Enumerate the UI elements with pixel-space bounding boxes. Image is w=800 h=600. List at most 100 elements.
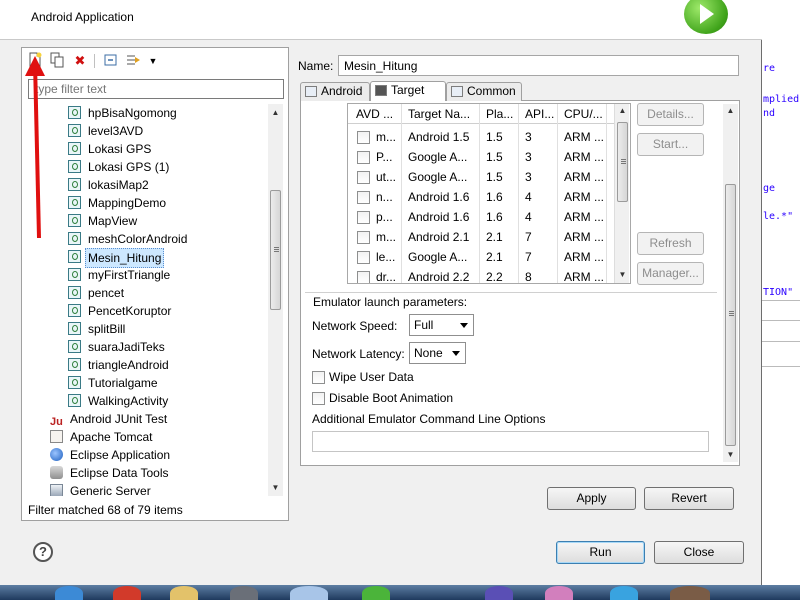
tree-item-launch-config[interactable]: Lokasi GPS — [68, 140, 151, 158]
avd-table-scrollbar[interactable]: ▲ ▼ — [614, 104, 629, 283]
scroll-thumb[interactable] — [725, 184, 736, 446]
column-header[interactable]: CPU/... — [564, 107, 603, 121]
tree-item-launch-config[interactable]: level3AVD — [68, 122, 143, 140]
scroll-down-icon[interactable]: ▼ — [615, 268, 630, 282]
checkbox-box[interactable] — [312, 392, 325, 405]
scroll-up-icon[interactable]: ▲ — [268, 106, 283, 120]
avd-row[interactable]: m... Android 2.1 2.1 7 ARM ... — [348, 227, 618, 247]
column-header[interactable]: AVD ... — [356, 107, 393, 121]
tree-item-config-type[interactable]: Apache Tomcat — [50, 428, 153, 446]
apply-button[interactable]: Apply — [547, 487, 636, 510]
tree-item-launch-config[interactable]: hpBisaNgomong — [68, 104, 177, 122]
tree-item-label: Apache Tomcat — [70, 430, 153, 444]
avd-checkbox[interactable] — [357, 131, 370, 144]
avd-row[interactable]: le... Google A... 2.1 7 ARM ... — [348, 247, 618, 267]
tree-item-launch-config[interactable]: splitBill — [68, 320, 125, 338]
avd-row[interactable]: n... Android 1.6 1.6 4 ARM ... — [348, 187, 618, 207]
close-button[interactable]: Close — [654, 541, 744, 564]
tree-item-launch-config[interactable]: suaraJadiTeks — [68, 338, 165, 356]
scroll-up-icon[interactable]: ▲ — [723, 104, 738, 118]
column-header[interactable]: API... — [525, 107, 554, 121]
disable-boot-animation-checkbox[interactable]: Disable Boot Animation — [312, 391, 453, 406]
delete-icon[interactable]: ✖ — [71, 52, 89, 70]
details-button[interactable]: Details... — [637, 103, 704, 126]
scroll-thumb[interactable] — [270, 190, 281, 310]
tree-item-launch-config[interactable]: WalkingActivity — [68, 392, 168, 410]
tree-item-label: MappingDemo — [88, 196, 167, 210]
manager-button[interactable]: Manager... — [637, 262, 704, 285]
avd-row[interactable]: p... Android 1.6 1.6 4 ARM ... — [348, 207, 618, 227]
avd-checkbox[interactable] — [357, 251, 370, 264]
avd-row[interactable]: m... Android 1.5 1.5 3 ARM ... — [348, 127, 618, 147]
scroll-down-icon[interactable]: ▼ — [723, 448, 738, 462]
column-header[interactable]: Pla... — [486, 107, 513, 121]
scroll-up-icon[interactable]: ▲ — [615, 104, 630, 118]
app-icon[interactable] — [362, 586, 390, 600]
filter-input[interactable] — [28, 79, 284, 99]
tree-item-config-type[interactable]: Ju Android JUnit Test — [50, 410, 167, 428]
avd-checkbox[interactable] — [357, 171, 370, 184]
tree-item-launch-config[interactable]: myFirstTriangle — [68, 266, 170, 284]
app-icon[interactable] — [670, 586, 710, 600]
avd-cell: m... — [376, 130, 396, 144]
avd-checkbox[interactable] — [357, 211, 370, 224]
tab-scrollbar[interactable]: ▲ ▼ — [723, 104, 738, 462]
tab-android[interactable]: Android — [300, 82, 370, 101]
app-icon[interactable] — [113, 586, 141, 600]
revert-button[interactable]: Revert — [644, 487, 734, 510]
avd-checkbox[interactable] — [357, 271, 370, 283]
tree-item-launch-config[interactable]: PencetKoruptor — [68, 302, 171, 320]
tree-item-config-type[interactable]: Generic Server — [50, 482, 151, 496]
app-icon[interactable] — [610, 586, 638, 600]
wipe-user-data-checkbox[interactable]: Wipe User Data — [312, 370, 414, 385]
tree-item-launch-config[interactable]: MappingDemo — [68, 194, 166, 212]
tree-item-launch-config[interactable]: lokasiMap2 — [68, 176, 149, 194]
refresh-button[interactable]: Refresh — [637, 232, 704, 255]
tree-item-launch-config[interactable]: Tutorialgame — [68, 374, 158, 392]
avd-row[interactable]: dr... Android 2.2 2.2 8 ARM ... — [348, 267, 618, 283]
app-icon[interactable] — [545, 586, 573, 600]
avd-row[interactable]: P... Google A... 1.5 3 ARM ... — [348, 147, 618, 167]
scroll-down-icon[interactable]: ▼ — [268, 481, 283, 495]
tab-label: Common — [467, 84, 516, 98]
tree-item-launch-config[interactable]: Lokasi GPS (1) — [68, 158, 169, 176]
start-button[interactable]: Start... — [637, 133, 704, 156]
tree-item-launch-config[interactable]: triangleAndroid — [68, 356, 169, 374]
avd-checkbox[interactable] — [357, 191, 370, 204]
tree-scrollbar[interactable]: ▲ ▼ — [268, 104, 283, 496]
tree-item-config-type[interactable]: Eclipse Data Tools — [50, 464, 169, 482]
configuration-name-input[interactable] — [338, 55, 739, 76]
dropdown-icon[interactable]: ▼ — [144, 52, 162, 70]
folder-icon[interactable] — [170, 586, 198, 600]
tree-item-config-type[interactable]: Eclipse Application — [50, 446, 170, 464]
avd-checkbox[interactable] — [357, 231, 370, 244]
tree-item-launch-config[interactable]: pencet — [68, 284, 124, 302]
avd-row[interactable]: ut... Google A... 1.5 3 ARM ... — [348, 167, 618, 187]
additional-options-input[interactable] — [312, 431, 709, 452]
filter-icon[interactable] — [125, 52, 143, 70]
scroll-thumb[interactable] — [617, 122, 628, 202]
app-icon[interactable] — [485, 586, 513, 600]
avd-cell: 1.5 — [486, 150, 503, 164]
checkbox-box[interactable] — [312, 371, 325, 384]
network-latency-select[interactable]: None — [409, 342, 466, 364]
tree-item-launch-config[interactable]: meshColorAndroid — [68, 230, 187, 248]
avd-cell: ARM ... — [564, 150, 605, 164]
avd-checkbox[interactable] — [357, 151, 370, 164]
tree-item-label: meshColorAndroid — [88, 232, 188, 246]
avd-cell: m... — [376, 230, 396, 244]
help-icon[interactable]: ? — [33, 542, 53, 562]
column-header[interactable]: Target Na... — [408, 107, 470, 121]
collapse-all-icon[interactable] — [102, 52, 120, 70]
run-button[interactable]: Run — [556, 541, 645, 564]
app-icon[interactable] — [230, 586, 258, 600]
android-config-icon — [68, 160, 81, 173]
tab-target[interactable]: Target — [370, 81, 446, 101]
tree-item-launch-config[interactable]: MapView — [68, 212, 137, 230]
tree-item-launch-config[interactable]: Mesin_Hitung — [68, 248, 165, 268]
tree-item-label: myFirstTriangle — [88, 268, 171, 282]
tab-common[interactable]: Common — [446, 82, 522, 101]
network-speed-select[interactable]: Full — [409, 314, 474, 336]
browser-icon[interactable] — [55, 586, 83, 600]
eclipse-icon[interactable] — [290, 586, 328, 600]
